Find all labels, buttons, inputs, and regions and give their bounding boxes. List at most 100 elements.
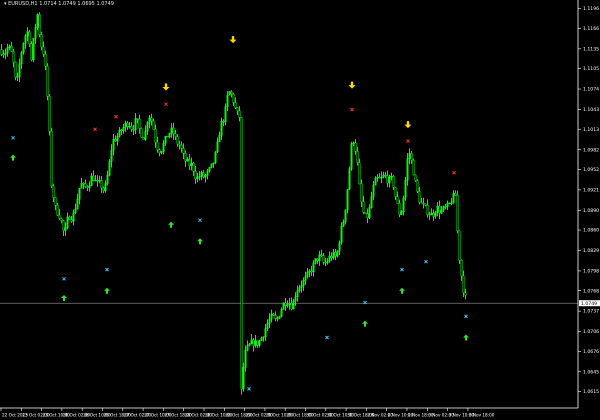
price-tick-label: 1.0615 [583, 389, 599, 395]
candle-body [212, 162, 215, 165]
candle-body [34, 27, 37, 39]
candle-body [162, 143, 165, 152]
candle-body [278, 316, 281, 319]
candle-body [36, 14, 39, 28]
buy-up-arrow-icon [362, 320, 368, 327]
candle-body [78, 188, 81, 200]
candle-body [148, 117, 151, 123]
candle-body [308, 270, 311, 273]
candle-body [88, 185, 91, 188]
candle-body [402, 197, 405, 212]
candle-body [208, 167, 211, 172]
candle-body [380, 176, 383, 179]
candle-body [190, 163, 193, 166]
price-tick-label: 1.0921 [583, 187, 599, 193]
candle-body [370, 196, 373, 208]
buy-up-arrow-icon [61, 294, 67, 301]
candle-body [30, 43, 33, 61]
candle-body [222, 120, 225, 123]
candle-body [56, 205, 59, 216]
candle-body [152, 120, 155, 130]
price-tick-label: 1.1135 [583, 46, 599, 52]
candle-body [454, 193, 457, 196]
candle-body [404, 179, 407, 199]
candles-layer [0, 12, 467, 395]
candle-body [332, 252, 335, 259]
candle-body [410, 153, 413, 161]
candle-body [426, 204, 429, 216]
sell-x-cross-icon [406, 139, 410, 143]
candle-body [164, 135, 167, 144]
price-tick-label: 1.0982 [583, 147, 599, 153]
candle-body [416, 180, 419, 192]
sell-down-arrow-icon [162, 83, 170, 91]
candle-body [32, 38, 35, 61]
candle-body [98, 180, 101, 182]
candle-body [336, 250, 339, 257]
candle-body [108, 161, 111, 176]
candle-body [248, 343, 251, 346]
price-tick-label: 1.0676 [583, 349, 599, 355]
buy-up-arrow-icon [168, 221, 174, 228]
candle-body [104, 183, 107, 191]
candle-body [246, 345, 249, 351]
buy-x-cross-icon [400, 267, 404, 272]
candle-body [176, 136, 179, 145]
candle-body [452, 193, 455, 204]
candle-body [430, 212, 433, 216]
price-chart[interactable]: 1.1196 1.1166 1.1135 1.1105 1.1074 1.1043 1.10… [0, 0, 600, 420]
candle-body [44, 53, 47, 67]
candle-body [184, 152, 187, 162]
price-tick-label: 1.1166 [583, 26, 599, 32]
candle-body [60, 218, 63, 221]
candle-body [120, 129, 123, 132]
candle-body [76, 198, 79, 210]
candle-body [196, 176, 199, 180]
candle-body [140, 128, 143, 138]
candle-body [390, 175, 393, 178]
candle-body [376, 176, 379, 179]
candle-body [266, 323, 269, 329]
candle-body [268, 318, 271, 324]
candle-body [166, 135, 169, 138]
price-tick-label: 1.0768 [583, 288, 599, 294]
candle-body [110, 149, 113, 162]
candle-body [26, 31, 29, 37]
sell-x-cross-icon [114, 114, 118, 119]
candle-body [236, 107, 239, 112]
candle-body [450, 202, 453, 204]
candle-body [446, 202, 449, 208]
candle-body [302, 280, 305, 286]
buy-x-cross-icon [325, 335, 329, 340]
candle-body [314, 258, 317, 264]
candle-body [444, 206, 447, 208]
sell-down-arrow-icon [404, 121, 412, 129]
candle-body [464, 292, 467, 296]
candle-body [16, 76, 19, 78]
sell-x-cross-icon [93, 127, 97, 132]
candle-body [4, 52, 7, 55]
candle-body [46, 65, 49, 97]
sell-down-arrow-icon [348, 81, 356, 89]
candle-body [306, 271, 309, 277]
price-tick-label: 1.0829 [583, 248, 599, 254]
candle-body [8, 45, 11, 48]
candle-body [68, 216, 71, 220]
candle-body [92, 175, 95, 181]
candle-body [240, 117, 243, 390]
candle-body [38, 14, 41, 35]
buy-x-cross-icon [105, 267, 109, 272]
price-tick-label: 1.0890 [583, 208, 599, 214]
buy-x-cross-icon [363, 300, 367, 305]
candle-body [192, 163, 195, 172]
candle-body [382, 174, 385, 178]
candle-body [420, 202, 423, 204]
candle-body [252, 339, 255, 347]
candle-body [364, 212, 367, 214]
current-price-label: 1.0749 [581, 301, 597, 307]
candle-body [440, 209, 443, 214]
price-tick-label: 1.0860 [583, 228, 599, 234]
candle-body [250, 339, 253, 345]
candle-body [42, 46, 45, 55]
price-tick-label: 1.0737 [583, 309, 599, 315]
